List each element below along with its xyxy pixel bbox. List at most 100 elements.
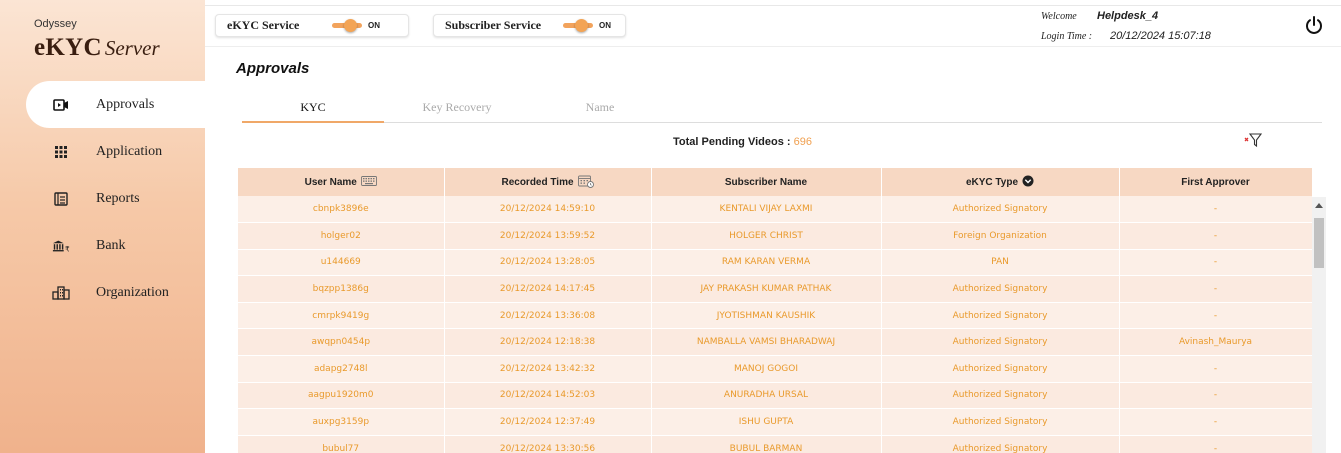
sidebar-item-reports[interactable]: Reports bbox=[0, 175, 205, 222]
cell-subscriber-name: RAM KARAN VERMA bbox=[651, 249, 882, 277]
cell-recorded-time: 20/12/2024 13:36:08 bbox=[444, 302, 652, 330]
table-row[interactable]: u144669 20/12/2024 13:28:05 RAM KARAN VERM… bbox=[238, 249, 1313, 277]
sidebar-item-label: Organization bbox=[96, 284, 169, 300]
cell-ekyc-type: Authorized Signatory bbox=[881, 196, 1120, 224]
cell-recorded-time: 20/12/2024 14:52:03 bbox=[444, 382, 652, 410]
sidebar-item-approvals[interactable]: Approvals bbox=[26, 81, 205, 128]
scroll-thumb[interactable] bbox=[1314, 218, 1324, 268]
cell-first-approver: - bbox=[1119, 275, 1313, 303]
brand-suffix: Server bbox=[104, 36, 160, 60]
sidebar-item-bank[interactable]: ₹ Bank bbox=[0, 222, 205, 269]
cell-ekyc-type: Authorized Signatory bbox=[881, 382, 1120, 410]
col-header-user-name[interactable]: User Name bbox=[238, 168, 445, 196]
scroll-up-arrow-icon[interactable] bbox=[1315, 203, 1323, 208]
cell-subscriber-name: NAMBALLA VAMSI BHARADWAJ bbox=[651, 328, 882, 357]
table-row[interactable]: aagpu1920m0 20/12/2024 14:52:03 ANURADHA U… bbox=[238, 382, 1313, 410]
table-row[interactable]: cbnpk3896e 20/12/2024 14:59:10 KENTALI VIJ… bbox=[238, 196, 1313, 224]
cell-recorded-time: 20/12/2024 14:59:10 bbox=[444, 196, 652, 224]
col-header-recorded-time[interactable]: Recorded Time bbox=[444, 168, 652, 196]
cell-user-name: bubul77 bbox=[238, 435, 445, 453]
cell-ekyc-type: PAN bbox=[881, 249, 1120, 277]
cell-user-name: cbnpk3896e bbox=[238, 196, 445, 224]
sidebar-item-application[interactable]: Application bbox=[0, 128, 205, 175]
subscriber-service-state: ON bbox=[599, 21, 611, 30]
cell-subscriber-name: BUBUL BARMAN bbox=[651, 435, 882, 453]
cell-recorded-time: 20/12/2024 13:30:56 bbox=[444, 435, 652, 453]
ekyc-service-toggle[interactable] bbox=[332, 18, 366, 32]
cell-subscriber-name: KENTALI VIJAY LAXMI bbox=[651, 196, 882, 224]
ekyc-service-card: eKYC Service ON bbox=[215, 14, 409, 37]
cell-ekyc-type: Authorized Signatory bbox=[881, 408, 1120, 436]
cell-ekyc-type: Authorized Signatory bbox=[881, 355, 1120, 383]
ekyc-service-label: eKYC Service bbox=[227, 18, 300, 32]
cell-recorded-time: 20/12/2024 13:42:32 bbox=[444, 355, 652, 383]
tab-name[interactable]: Name bbox=[529, 95, 671, 123]
app-root: Odyssey eKYC Server Approvals Application bbox=[0, 0, 1341, 453]
cell-subscriber-name: ANURADHA URSAL bbox=[651, 382, 882, 410]
cell-user-name: bqzpp1386g bbox=[238, 275, 445, 303]
cell-subscriber-name: HOLGER CHRIST bbox=[651, 222, 882, 250]
table-row[interactable]: auxpg3159p 20/12/2024 12:37:49 ISHU GUPTA A… bbox=[238, 408, 1313, 436]
sidebar-item-label: Reports bbox=[96, 190, 140, 206]
table-header-row: User Name Recorded Time Subscriber Name … bbox=[238, 168, 1313, 196]
cell-ekyc-type: Authorized Signatory bbox=[881, 435, 1120, 453]
grid-icon bbox=[52, 143, 70, 161]
cell-subscriber-name: JYOTISHMAN KAUSHIK bbox=[651, 302, 882, 330]
table-scrollbar[interactable] bbox=[1312, 197, 1326, 453]
cell-first-approver: - bbox=[1119, 382, 1313, 410]
cell-subscriber-name: JAY PRAKASH KUMAR PATHAK bbox=[651, 275, 882, 303]
reports-icon bbox=[52, 190, 70, 208]
cell-first-approver: - bbox=[1119, 196, 1313, 224]
cell-user-name: awqpn0454p bbox=[238, 328, 445, 357]
col-header-ekyc-type[interactable]: eKYC Type bbox=[881, 168, 1120, 196]
ekyc-service-state: ON bbox=[368, 21, 380, 30]
tab-key-recovery[interactable]: Key Recovery bbox=[386, 95, 528, 123]
cell-first-approver: - bbox=[1119, 408, 1313, 436]
dropdown-circle-icon[interactable] bbox=[1022, 175, 1034, 190]
col-header-subscriber-name[interactable]: Subscriber Name bbox=[651, 168, 882, 196]
video-icon bbox=[52, 96, 70, 114]
login-time-label: Login Time : bbox=[1041, 31, 1093, 42]
cell-first-approver: - bbox=[1119, 249, 1313, 277]
cell-recorded-time: 20/12/2024 12:37:49 bbox=[444, 408, 652, 436]
pending-count: 696 bbox=[793, 136, 812, 148]
cell-user-name: u144669 bbox=[238, 249, 445, 277]
table-row[interactable]: bubul77 20/12/2024 13:30:56 BUBUL BARMAN Au… bbox=[238, 435, 1313, 453]
brand-logo: eKYC Server bbox=[34, 34, 160, 62]
cell-first-approver: - bbox=[1119, 355, 1313, 383]
table-row[interactable]: bqzpp1386g 20/12/2024 14:17:45 JAY PRAKASH… bbox=[238, 275, 1313, 303]
cell-first-approver: - bbox=[1119, 302, 1313, 330]
power-icon[interactable] bbox=[1304, 15, 1324, 35]
cell-recorded-time: 20/12/2024 13:28:05 bbox=[444, 249, 652, 277]
col-header-first-approver[interactable]: First Approver bbox=[1119, 168, 1313, 196]
tab-kyc[interactable]: KYC bbox=[242, 95, 384, 123]
bank-icon: ₹ bbox=[52, 237, 70, 255]
top-bar: eKYC Service ON Subscriber Service ON We… bbox=[205, 5, 1341, 47]
login-line: Login Time : 20/12/2024 15:07:18 bbox=[1041, 30, 1211, 42]
sidebar-item-organization[interactable]: Organization bbox=[0, 269, 205, 316]
brand-name: eKYC bbox=[34, 34, 102, 61]
cell-subscriber-name: ISHU GUPTA bbox=[651, 408, 882, 436]
cell-ekyc-type: Authorized Signatory bbox=[881, 275, 1120, 303]
welcome-label: Welcome bbox=[1041, 11, 1077, 22]
subscriber-service-card: Subscriber Service ON bbox=[433, 14, 626, 37]
cell-user-name: aagpu1920m0 bbox=[238, 382, 445, 410]
table-row[interactable]: awqpn0454p 20/12/2024 12:18:38 NAMBALLA VA… bbox=[238, 328, 1313, 357]
calendar-icon bbox=[577, 174, 594, 191]
cell-recorded-time: 20/12/2024 14:17:45 bbox=[444, 275, 652, 303]
cell-recorded-time: 20/12/2024 12:18:38 bbox=[444, 328, 652, 357]
username: Helpdesk_4 bbox=[1097, 10, 1159, 22]
keyboard-icon bbox=[360, 175, 377, 189]
sidebar-item-label: Bank bbox=[96, 237, 126, 253]
cell-user-name: adapg2748l bbox=[238, 355, 445, 383]
table-row[interactable]: adapg2748l 20/12/2024 13:42:32 MANOJ GOGOI… bbox=[238, 355, 1313, 383]
table-row[interactable]: cmrpk9419g 20/12/2024 13:36:08 JYOTISHMAN … bbox=[238, 302, 1313, 330]
login-time: 20/12/2024 15:07:18 bbox=[1110, 30, 1211, 42]
table-row[interactable]: holger02 20/12/2024 13:59:52 HOLGER CHRIST… bbox=[238, 222, 1313, 250]
subscriber-service-toggle[interactable] bbox=[563, 18, 597, 32]
page-title: Approvals bbox=[236, 60, 310, 77]
cell-subscriber-name: MANOJ GOGOI bbox=[651, 355, 882, 383]
organization-icon bbox=[52, 284, 70, 302]
clear-filter-icon[interactable] bbox=[1244, 132, 1263, 148]
subscriber-service-label: Subscriber Service bbox=[445, 18, 542, 32]
